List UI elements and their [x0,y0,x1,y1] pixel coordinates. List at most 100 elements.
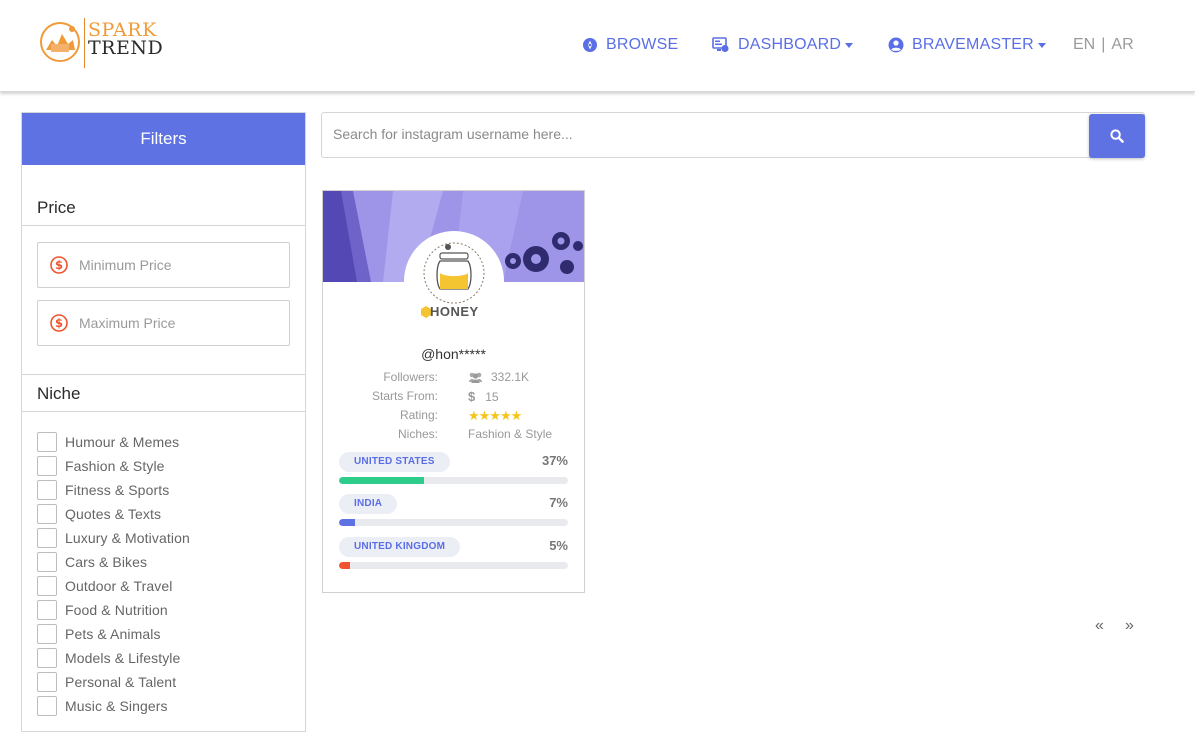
logo-line-trend: TREND [88,37,164,59]
influencer-card[interactable]: HONEY @hon***** Followers: 332.1K Starts… [322,190,585,593]
country-progress-bar [339,562,568,569]
lang-en-link[interactable]: EN [1073,36,1095,53]
country-progress-fill [339,562,351,569]
spark-trend-logo[interactable]: SPARK TREND [38,16,168,72]
starts-from-value-wrap: $ 15 [468,389,499,404]
avatar-honey-wordmark: HONEY [430,304,479,319]
niche-label: Cars & Bikes [65,554,148,570]
dollar-icon: $ [468,389,476,404]
filters-sidebar: Filters Price $ $ Niche Humour & Memes Fa… [21,112,306,732]
checkbox[interactable] [37,648,57,668]
chevron-down-icon [1037,43,1046,48]
user-circle-icon [888,37,904,53]
checkbox[interactable] [37,696,57,716]
niche-checkbox-item[interactable]: Food & Nutrition [37,598,190,622]
search-bar [321,112,1145,158]
lang-separator: | [1101,36,1106,53]
followers-row: Followers: 332.1K [323,370,584,388]
niche-checkbox-item[interactable]: Music & Singers [37,694,190,718]
starts-from-value: 15 [485,389,499,404]
search-button[interactable] [1089,114,1145,158]
starts-from-label: Starts From: [371,389,438,403]
checkbox[interactable] [37,504,57,524]
divider [22,374,305,375]
country-progress-fill [339,519,356,526]
nav-browse-label: BROWSE [606,36,679,53]
niche-label: Pets & Animals [65,626,161,642]
niche-checkbox-item[interactable]: Quotes & Texts [37,502,190,526]
search-input[interactable] [333,126,1073,142]
niche-checkbox-item[interactable]: Humour & Memes [37,430,190,454]
dashboard-icon [712,37,729,52]
niche-label: Fashion & Style [65,458,165,474]
dollar-circle-icon: $ [50,314,68,332]
niche-label: Humour & Memes [65,434,180,450]
price-section-title: Price [37,198,76,217]
checkbox[interactable] [37,672,57,692]
search-icon [1110,129,1124,143]
max-price-field[interactable]: $ [37,300,290,346]
country-progress-fill [339,477,424,484]
country-badge: INDIA [339,494,398,514]
starts-from-row: Starts From: $ 15 [323,389,584,407]
checkbox[interactable] [37,624,57,644]
nav-browse[interactable]: BROWSE [582,34,678,56]
followers-label: Followers: [383,370,438,384]
logo-wordmark: SPARK TREND [88,21,164,59]
niche-label: Quotes & Texts [65,506,162,522]
pagination-prev[interactable]: « [1095,617,1104,635]
top-navbar: SPARK TREND BROWSE DASHBOARD BRAVEMASTER [0,0,1195,92]
dollar-circle-icon: $ [50,256,68,274]
niche-section-title: Niche [37,384,81,403]
niche-checkbox-item[interactable]: Models & Lifestyle [37,646,190,670]
nav-dashboard-dropdown[interactable]: DASHBOARD [712,34,854,56]
users-icon [469,372,482,383]
rating-stars: ★★★★★ [468,408,522,423]
niche-checkbox-list: Humour & Memes Fashion & Style Fitness & S… [37,430,190,718]
checkbox[interactable] [37,480,57,500]
checkbox[interactable] [37,552,57,572]
niche-label: Luxury & Motivation [65,530,190,546]
niche-checkbox-item[interactable]: Outdoor & Travel [37,574,190,598]
niche-checkbox-item[interactable]: Personal & Talent [37,670,190,694]
min-price-input[interactable] [79,257,279,273]
niche-checkbox-item[interactable]: Fashion & Style [37,454,190,478]
checkbox[interactable] [37,456,57,476]
niche-label: Outdoor & Travel [65,578,173,594]
niche-checkbox-item[interactable]: Cars & Bikes [37,550,190,574]
country-percent: 37% [541,453,568,468]
filters-header: Filters [22,113,305,165]
country-row: INDIA 7% [339,494,568,528]
niche-label: Fitness & Sports [65,482,170,498]
spark-logo-icon [40,22,80,62]
compass-icon [583,38,597,52]
country-progress-bar [339,477,568,484]
nav-user-dropdown[interactable]: BRAVEMASTER [888,34,1046,56]
niche-checkbox-item[interactable]: Luxury & Motivation [37,526,190,550]
niche-label: Personal & Talent [65,674,177,690]
followers-value-wrap: 332.1K [468,370,529,384]
country-percent: 5% [549,538,568,553]
language-switcher: EN | AR [1073,34,1134,56]
niche-label: Models & Lifestyle [65,650,181,666]
min-price-field[interactable]: $ [37,242,290,288]
niches-label: Niches: [397,427,438,441]
svg-text:$: $ [55,258,63,272]
checkbox[interactable] [37,576,57,596]
country-row: UNITED KINGDOM 5% [339,537,568,571]
niches-value: Fashion & Style [468,427,553,441]
svg-text:$: $ [55,316,63,330]
lang-ar-link[interactable]: AR [1111,36,1133,53]
checkbox[interactable] [37,528,57,548]
country-badge: UNITED STATES [339,452,450,472]
pagination-next[interactable]: » [1125,617,1134,635]
checkbox[interactable] [37,600,57,620]
influencer-username[interactable]: @hon***** [323,346,584,362]
niche-checkbox-item[interactable]: Fitness & Sports [37,478,190,502]
niche-checkbox-item[interactable]: Pets & Animals [37,622,190,646]
checkbox[interactable] [37,432,57,452]
max-price-input[interactable] [79,315,279,331]
niche-label: Music & Singers [65,698,168,714]
country-row: UNITED STATES 37% [339,452,568,486]
divider [22,225,305,226]
